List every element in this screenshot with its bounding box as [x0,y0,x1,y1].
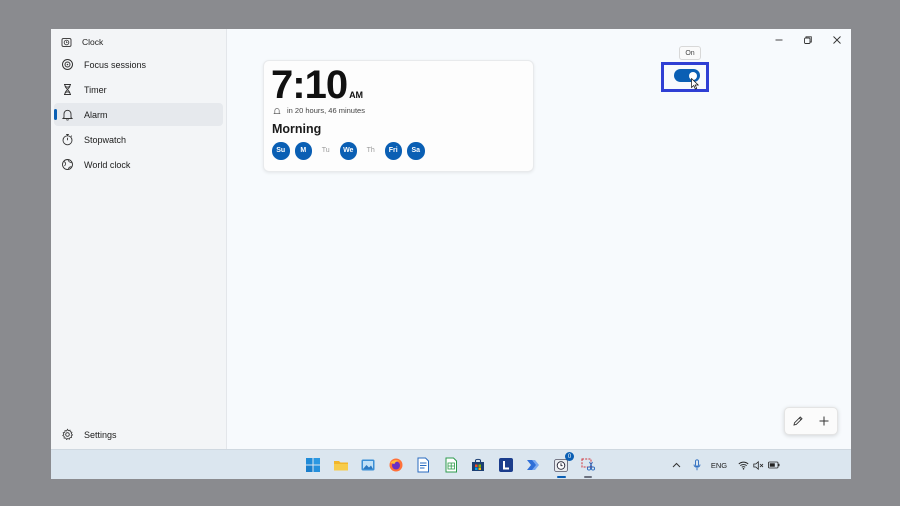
taskbar-snipping-tool[interactable] [579,456,597,478]
folder-icon [334,461,348,471]
focus-icon [61,58,74,71]
alarm-card[interactable]: 7:10 AM in 20 hours, 46 minutes Morning … [263,60,534,172]
toggle-tooltip: On [679,46,701,60]
sidebar-item-focus-sessions[interactable]: Focus sessions [54,53,223,76]
photos-icon [361,459,375,471]
language-indicator[interactable]: ENG [708,458,730,472]
volume-button[interactable] [751,458,765,472]
l-app-icon [499,458,513,472]
sidebar-item-label: Alarm [84,109,108,120]
taskbar-firefox[interactable] [387,456,405,474]
alarm-time: 7:10 AM [271,63,363,108]
day-wednesday: We [339,142,357,160]
day-sunday: Su [272,142,290,160]
restore-button[interactable] [797,33,819,47]
taskbar-file-explorer[interactable] [332,456,350,474]
app-title: Clock [82,37,104,47]
alarm-remaining: in 20 hours, 46 minutes [273,106,365,115]
taskbar-power-automate[interactable] [524,456,542,474]
minimize-button[interactable] [768,33,790,47]
sidebar-item-label: Focus sessions [84,59,147,70]
windows-start-icon [306,458,320,472]
hourglass-icon [61,83,74,96]
settings-label: Settings [84,429,117,440]
clock-app-badge: 0 [565,452,574,461]
sidebar-item-settings[interactable]: Settings [54,423,223,446]
start-button[interactable] [304,456,322,474]
taskbar-clock-app[interactable]: 0 [552,452,574,478]
microphone-button[interactable] [690,458,704,472]
writer-icon [417,457,429,473]
store-icon [472,458,484,471]
sidebar-item-stopwatch[interactable]: Stopwatch [54,128,223,151]
close-icon [833,36,841,44]
sidebar-item-alarm[interactable]: Alarm [54,103,223,126]
edit-button[interactable] [791,414,805,428]
sidebar-item-label: Timer [84,84,107,95]
pencil-icon [793,416,803,426]
sidebar-item-label: Stopwatch [84,134,127,145]
plus-icon [819,416,829,426]
toggle-highlight-frame [661,62,709,92]
calc-icon [445,457,457,473]
wifi-icon [737,461,749,470]
taskbar-writer[interactable] [414,456,432,474]
bell-small-icon [273,107,281,114]
snipping-tool-icon [581,458,596,471]
taskbar: 0 ENG [51,449,851,479]
main-content: 7:10 AM in 20 hours, 46 minutes Morning … [227,29,851,449]
taskbar-photos[interactable] [359,456,377,474]
alarm-name: Morning [272,122,322,136]
day-thursday: Th [366,147,375,155]
volume-muted-icon [752,460,763,470]
sidebar-item-world-clock[interactable]: World clock [54,153,223,176]
battery-icon [768,461,780,469]
taskbar-calc[interactable] [442,456,460,474]
day-tuesday: Tu [321,147,330,155]
day-monday: M [294,142,312,160]
app-title-bar: Clock [61,35,103,49]
taskbar-store[interactable] [469,456,487,474]
taskbar-l-app[interactable] [497,456,515,474]
sidebar: Clock Focus sessions Timer Alarm Stopwat [51,29,227,449]
sidebar-item-label: World clock [84,159,131,170]
alarm-ampm: AM [349,90,364,100]
alarm-days: Su M Tu We Th Fri Sa [272,142,425,160]
add-alarm-button[interactable] [817,414,831,428]
battery-button[interactable] [767,458,781,472]
stopwatch-icon [61,133,74,146]
wifi-button[interactable] [736,458,750,472]
show-hidden-icons-button[interactable] [669,458,683,472]
close-button[interactable] [826,33,848,47]
floating-action-bar [784,407,838,435]
clock-window: Clock Focus sessions Timer Alarm Stopwat [51,29,851,449]
firefox-icon [389,458,403,472]
chevron-up-icon [672,462,680,468]
bell-icon [61,108,74,121]
sidebar-item-timer[interactable]: Timer [54,78,223,101]
restore-icon [804,36,812,44]
microphone-icon [693,459,701,471]
gear-icon [61,428,74,441]
globe-icon [61,158,74,171]
alarm-remaining-text: in 20 hours, 46 minutes [287,106,365,115]
day-friday: Fri [384,142,402,160]
minimize-icon [775,39,783,41]
power-automate-icon [527,460,539,470]
clock-app-icon [61,37,72,48]
cursor-icon [691,78,699,90]
alarm-time-value: 7:10 [271,63,348,107]
day-saturday: Sa [407,142,425,160]
